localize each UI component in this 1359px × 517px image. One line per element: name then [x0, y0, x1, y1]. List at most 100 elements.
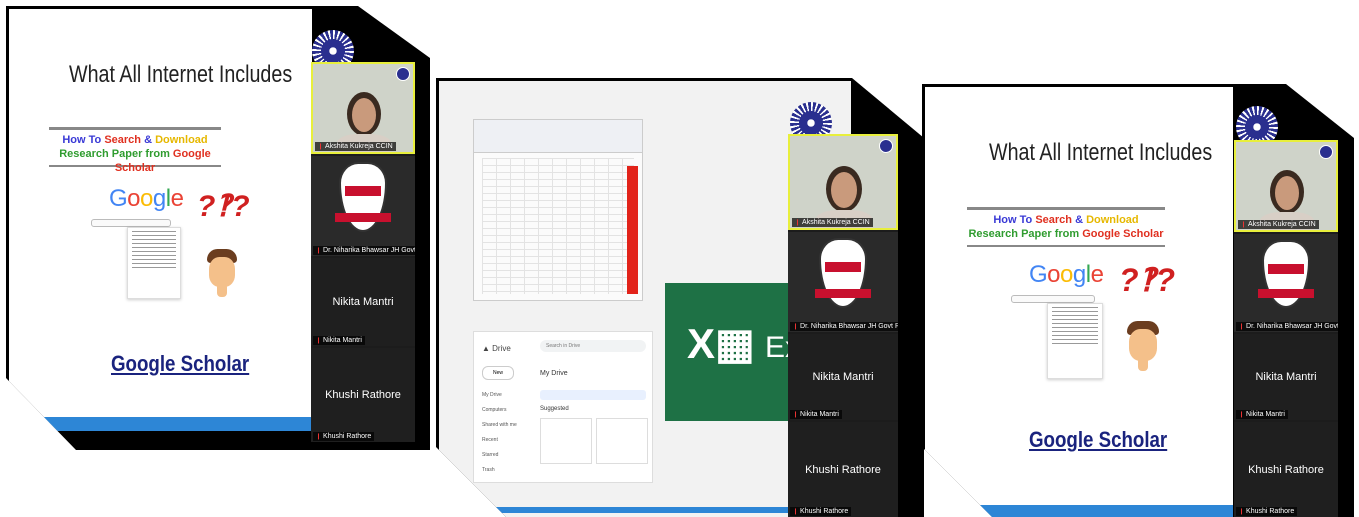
google-search-bar [91, 219, 171, 227]
drive-nav-item[interactable]: Shared with me [482, 418, 534, 433]
question-marks: ?‽? [1119, 262, 1176, 298]
slide-footer-bar [925, 505, 1233, 517]
participant-tile-akshita[interactable]: Akshita Kukreja CCIN [311, 62, 415, 154]
spreadsheet-screenshot [473, 119, 643, 301]
drive-suggested-heading: Suggested [540, 406, 569, 412]
participant-tile-nikita[interactable]: Nikita Mantri Nikita Mantri [1234, 334, 1338, 420]
participant-tile-akshita[interactable]: Akshita Kukreja CCIN [1234, 140, 1338, 232]
search-suggestions [1047, 303, 1103, 379]
participant-name: Akshita Kukreja CCIN [1238, 220, 1319, 229]
drive-logo-icon: ▲ Drive [482, 344, 511, 353]
slide-footer-bar [9, 417, 312, 431]
drive-nav-item[interactable]: My Drive [482, 388, 534, 403]
slide-banner: How To Search & Download Research Paper … [49, 127, 221, 174]
banner-text: How To [62, 134, 105, 146]
excel-icon: X▦ [687, 320, 755, 367]
banner-text-2: Research Paper from [59, 147, 173, 160]
excel-banner: X▦ Exc [665, 283, 815, 421]
drive-nav-item[interactable]: Trash [482, 463, 534, 478]
participant-face [831, 172, 857, 208]
thinking-face-icon [205, 249, 239, 297]
google-search-bar [1011, 295, 1095, 303]
slide-title: What All Internet Includes [69, 61, 293, 88]
drive-title: Drive [492, 344, 511, 353]
participant-face [352, 98, 376, 132]
participant-tile-niharika[interactable]: Dr. Niharika Bhawsar JH Govt PG Co... [311, 156, 415, 256]
drive-sidebar: My Drive Computers Shared with me Recent… [482, 388, 534, 478]
thinking-face-icon [1125, 321, 1161, 371]
participant-display-name: Nikita Mantri [1255, 371, 1317, 383]
participant-tile-niharika[interactable]: Dr. Niharika Bhawsar JH Govt PG Co... [1234, 234, 1338, 332]
drive-search-input[interactable]: Search in Drive [540, 340, 646, 352]
participant-display-name: Khushi Rathore [325, 389, 401, 401]
crest-band [825, 262, 861, 273]
search-suggestions [127, 227, 181, 299]
participant-name: Nikita Mantri [313, 336, 365, 345]
participant-tile-akshita[interactable]: Akshita Kukreja CCIN [788, 134, 898, 230]
participant-tile-nikita[interactable]: Nikita Mantri Nikita Mantri [311, 258, 415, 346]
banner-download: Download [1086, 214, 1139, 226]
participant-tile-khushi[interactable]: Khushi Rathore Khushi Rathore [788, 422, 898, 517]
participant-name: Nikita Mantri [790, 410, 842, 419]
banner-download: Download [155, 134, 208, 146]
college-crest-icon [1258, 240, 1314, 308]
crest-ribbon [815, 289, 871, 298]
google-logo: Google [109, 185, 184, 212]
participant-display-name: Nikita Mantri [332, 296, 394, 308]
participant-display-name: Nikita Mantri [812, 371, 874, 383]
slide-banner: How To Search & Download Research Paper … [967, 207, 1165, 247]
college-crest-icon [335, 162, 391, 232]
drive-notice-banner [540, 390, 646, 400]
screenshot-3: What All Internet Includes How To Search… [922, 84, 1354, 517]
participant-panel: Akshita Kukreja CCIN Dr. Niharika Bhawsa… [1234, 140, 1338, 517]
college-crest-icon [815, 238, 871, 308]
banner-amp: & [141, 134, 156, 146]
participant-display-name: Khushi Rathore [805, 463, 881, 476]
participant-name: Khushi Rathore [790, 507, 852, 516]
participant-name: Dr. Niharika Bhawsar JH Govt PG Co... [790, 322, 898, 331]
participant-name: Akshita Kukreja CCIN [792, 218, 873, 227]
participant-name: Nikita Mantri [1236, 410, 1288, 419]
banner-text: How To [993, 214, 1036, 226]
screenshot-2: ▲ Drive Search in Drive New My Drive Sug… [436, 78, 924, 517]
participant-name: Dr. Niharika Bhawsar JH Govt PG Co... [313, 246, 415, 255]
drive-nav-item[interactable]: Starred [482, 448, 534, 463]
drive-file-card[interactable] [596, 418, 648, 464]
participant-name: Dr. Niharika Bhawsar JH Govt PG Co... [1236, 322, 1338, 331]
participant-display-name: Khushi Rathore [1248, 463, 1324, 476]
google-scholar-link[interactable]: Google Scholar [111, 351, 249, 377]
drive-file-card[interactable] [540, 418, 592, 464]
screenshot-1: What All Internet Includes How To Search… [6, 6, 430, 450]
spreadsheet-grid [482, 158, 634, 294]
slide-title: What All Internet Includes [989, 139, 1213, 166]
college-logo-small-icon [396, 67, 410, 81]
participant-tile-nikita[interactable]: Nikita Mantri Nikita Mantri [788, 334, 898, 420]
participant-panel: Akshita Kukreja CCIN Dr. Niharika Bhawsa… [788, 134, 898, 517]
drive-nav-item[interactable]: Recent [482, 433, 534, 448]
participant-name: Khushi Rathore [313, 432, 375, 441]
banner-text-2: Research Paper from [968, 227, 1083, 240]
google-logo: Google [1029, 261, 1104, 288]
banner-amp: & [1072, 214, 1087, 226]
drive-my-drive-heading: My Drive [540, 370, 568, 377]
slide-area-3: What All Internet Includes How To Search… [925, 87, 1233, 517]
participant-tile-niharika[interactable]: Dr. Niharika Bhawsar JH Govt PG Co... [788, 232, 898, 332]
spreadsheet-ribbon [474, 120, 642, 153]
college-logo-small-icon [1319, 145, 1333, 159]
crest-ribbon [335, 213, 391, 222]
google-scholar-link[interactable]: Google Scholar [1029, 427, 1167, 453]
crest-ribbon [1258, 289, 1314, 298]
google-drive-screenshot: ▲ Drive Search in Drive New My Drive Sug… [473, 331, 653, 483]
drive-nav-item[interactable]: Computers [482, 403, 534, 418]
crest-band [1268, 263, 1304, 274]
banner-search: Search [1035, 214, 1073, 226]
banner-search: Search [104, 134, 142, 146]
college-logo-small-icon [879, 139, 893, 153]
question-marks: ?‽? [197, 190, 250, 223]
participant-face [1275, 176, 1299, 210]
participant-tile-khushi[interactable]: Khushi Rathore Khushi Rathore [1234, 422, 1338, 517]
highlighted-column [627, 166, 638, 294]
drive-new-button[interactable]: New [482, 366, 514, 380]
participant-tile-khushi[interactable]: Khushi Rathore Khushi Rathore [311, 348, 415, 442]
participant-panel: Akshita Kukreja CCIN Dr. Niharika Bhawsa… [311, 62, 415, 442]
